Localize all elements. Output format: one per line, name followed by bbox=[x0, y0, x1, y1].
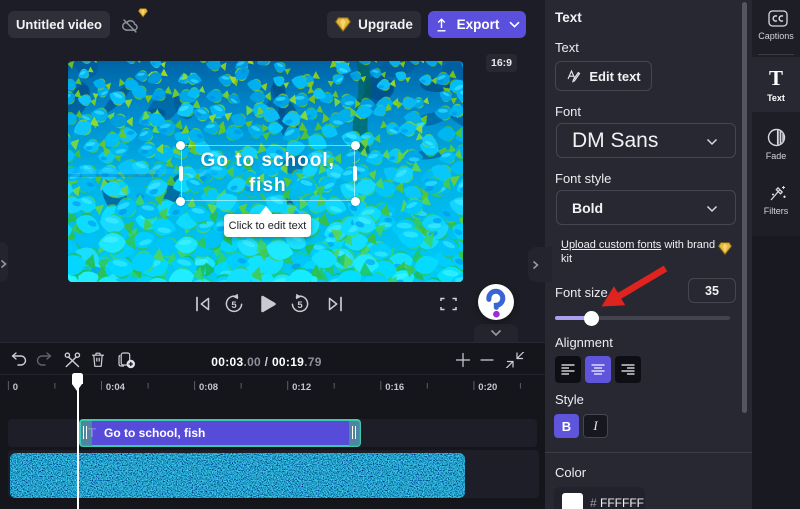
svg-text:0:08: 0:08 bbox=[199, 382, 218, 393]
svg-text:0: 0 bbox=[13, 382, 18, 393]
svg-text:0:12: 0:12 bbox=[292, 382, 311, 393]
svg-text:5: 5 bbox=[231, 300, 237, 311]
svg-text:0:16: 0:16 bbox=[385, 382, 404, 393]
svg-text:5: 5 bbox=[297, 300, 303, 311]
svg-text:0:04: 0:04 bbox=[106, 382, 126, 393]
svg-text:0:20: 0:20 bbox=[478, 382, 497, 393]
